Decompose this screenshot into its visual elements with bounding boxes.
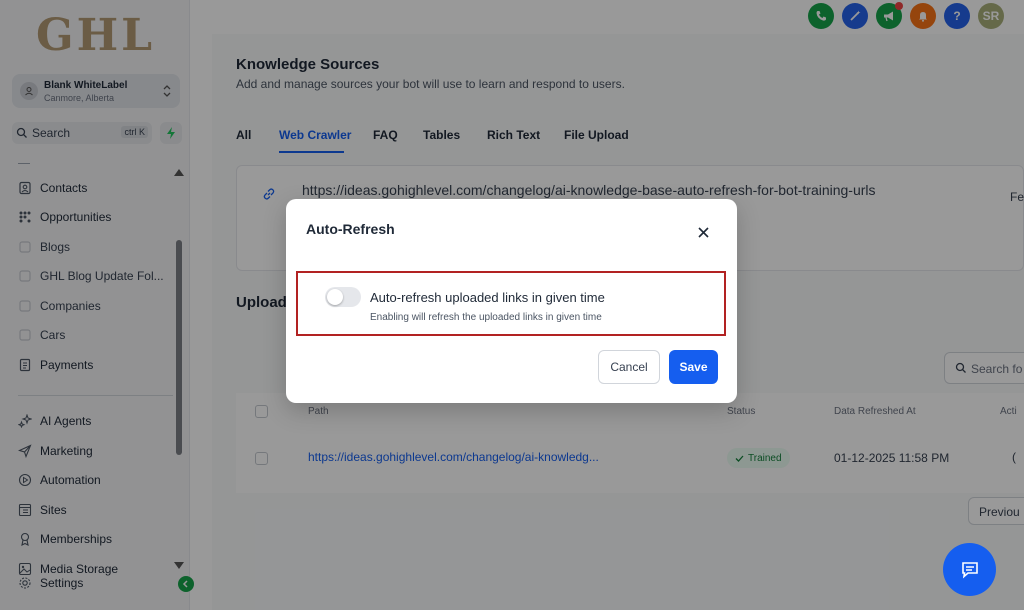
highlight-box: Auto-refresh uploaded links in given tim… (296, 271, 726, 336)
auto-refresh-toggle[interactable] (325, 287, 361, 307)
toggle-knob (327, 289, 343, 305)
toggle-help-text: Enabling will refresh the uploaded links… (370, 312, 602, 323)
auto-refresh-modal: Auto-Refresh Auto-refresh uploaded links… (286, 199, 737, 403)
chat-widget-button[interactable] (943, 543, 996, 596)
save-button[interactable]: Save (669, 350, 718, 384)
cancel-button[interactable]: Cancel (598, 350, 660, 384)
modal-title: Auto-Refresh (306, 221, 395, 237)
chat-icon (961, 561, 978, 579)
toggle-label: Auto-refresh uploaded links in given tim… (370, 290, 605, 305)
close-icon (697, 226, 709, 238)
close-button[interactable] (694, 223, 712, 241)
